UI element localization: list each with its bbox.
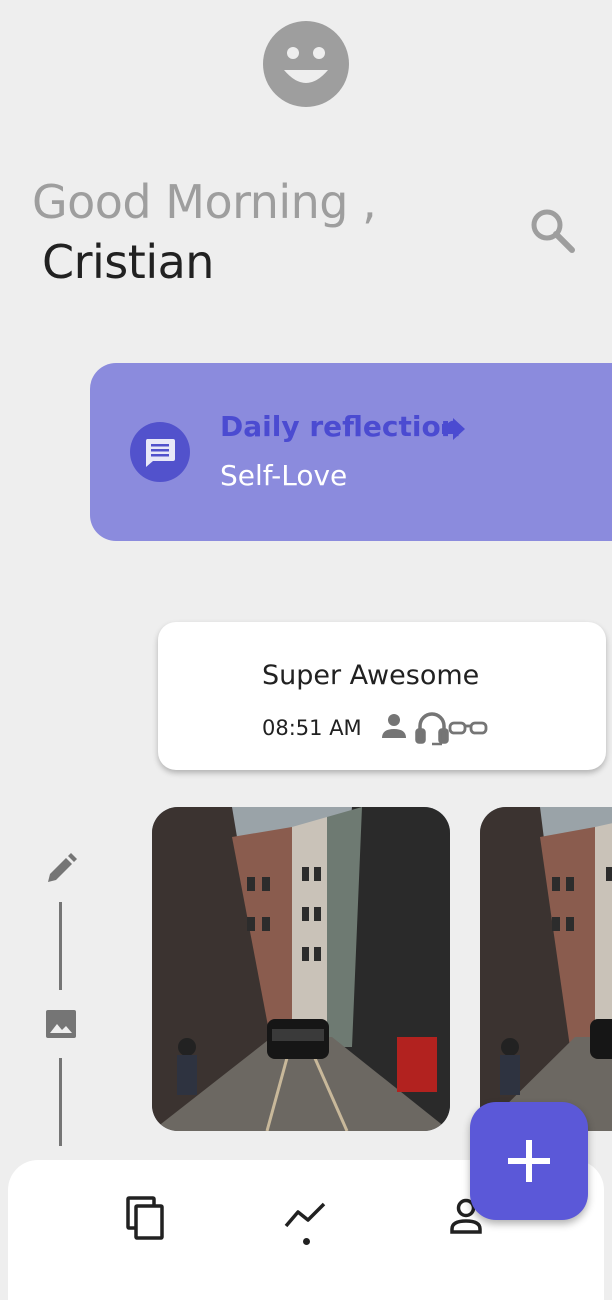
timeline-line [59,902,62,990]
smiley-face-icon[interactable] [262,20,350,108]
daily-reflection-card[interactable]: Daily reflection Self-Love [90,363,612,541]
headphones-icon [415,712,449,746]
search-icon[interactable] [528,206,576,254]
street-photo[interactable] [152,807,450,1131]
username-text: Cristian [42,235,214,289]
journal-entry-card[interactable]: Super Awesome 08:51 AM [158,622,606,770]
glasses-icon [448,721,488,735]
reflection-subtitle: Self-Love [220,459,348,492]
street-photo[interactable] [480,807,612,1131]
entry-tag-icons [382,712,488,746]
plus-icon [508,1140,550,1182]
person-icon [382,714,406,738]
active-indicator [303,1238,310,1245]
message-icon [130,422,190,482]
entries-icon[interactable] [118,1190,174,1246]
add-entry-button[interactable] [470,1102,588,1220]
greeting-text: Good Morning , [32,175,377,229]
entry-title: Super Awesome [262,660,480,691]
pencil-icon[interactable] [44,852,78,886]
arrow-right-icon [442,418,465,440]
timeline-line [59,1058,62,1146]
entry-time: 08:51 AM [262,716,362,740]
image-icon[interactable] [43,1006,79,1042]
reflection-title: Daily reflection [220,410,461,443]
